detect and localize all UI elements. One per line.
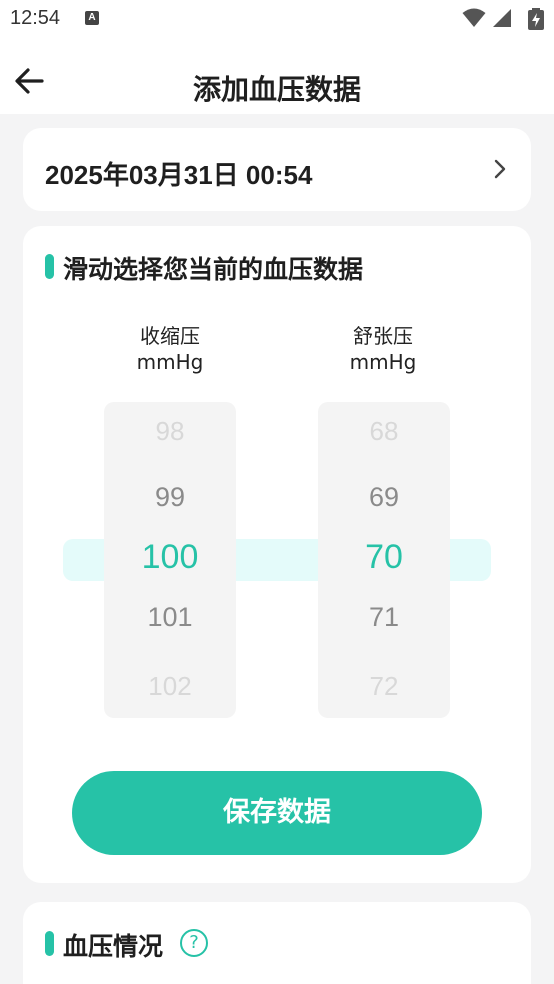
picker-option[interactable]: 101 xyxy=(104,602,236,633)
status-bar: 12:54 A xyxy=(0,0,554,38)
picker-selected-value[interactable]: 70 xyxy=(318,538,450,577)
battery-charging-icon xyxy=(528,8,544,30)
save-data-button[interactable]: 保存数据 xyxy=(72,771,482,855)
systolic-picker[interactable]: 98 99 100 101 102 xyxy=(104,402,236,718)
bp-input-card: 滑动选择您当前的血压数据 收缩压 mmHg 舒张压 mmHg 98 99 100… xyxy=(23,226,531,883)
diastolic-label-text: 舒张压 xyxy=(353,324,413,348)
section-accent-bar xyxy=(45,931,54,956)
bp-status-card: 血压情况 ? xyxy=(23,902,531,984)
wifi-icon xyxy=(462,8,486,27)
picker-option[interactable]: 72 xyxy=(318,671,450,702)
date-time-value: 2025年03月31日 00:54 xyxy=(45,160,313,190)
picker-option[interactable]: 69 xyxy=(318,482,450,513)
notification-a-icon: A xyxy=(85,11,99,25)
picker-option[interactable]: 98 xyxy=(104,416,236,447)
question-circle-icon[interactable]: ? xyxy=(180,929,208,957)
chevron-right-icon xyxy=(494,159,506,179)
picker-option[interactable]: 99 xyxy=(104,482,236,513)
bp-status-title: 血压情况 xyxy=(63,932,164,961)
section-accent-bar xyxy=(45,254,54,279)
picker-option[interactable]: 71 xyxy=(318,602,450,633)
page-title: 添加血压数据 xyxy=(192,73,361,106)
diastolic-label: 舒张压 mmHg xyxy=(313,323,453,375)
signal-icon xyxy=(493,9,511,27)
section-title: 滑动选择您当前的血压数据 xyxy=(63,255,364,284)
systolic-label-text: 收缩压 xyxy=(140,324,200,348)
diastolic-picker[interactable]: 68 69 70 71 72 xyxy=(318,402,450,718)
picker-option[interactable]: 102 xyxy=(104,671,236,702)
date-time-selector[interactable]: 2025年03月31日 00:54 xyxy=(23,128,531,211)
diastolic-unit: mmHg xyxy=(349,350,417,374)
systolic-label: 收缩压 mmHg xyxy=(100,323,240,375)
systolic-unit: mmHg xyxy=(136,350,204,374)
status-time: 12:54 xyxy=(10,7,61,29)
picker-selected-value[interactable]: 100 xyxy=(104,538,236,577)
app-bar: 添加血压数据 xyxy=(0,38,554,114)
picker-option[interactable]: 68 xyxy=(318,416,450,447)
